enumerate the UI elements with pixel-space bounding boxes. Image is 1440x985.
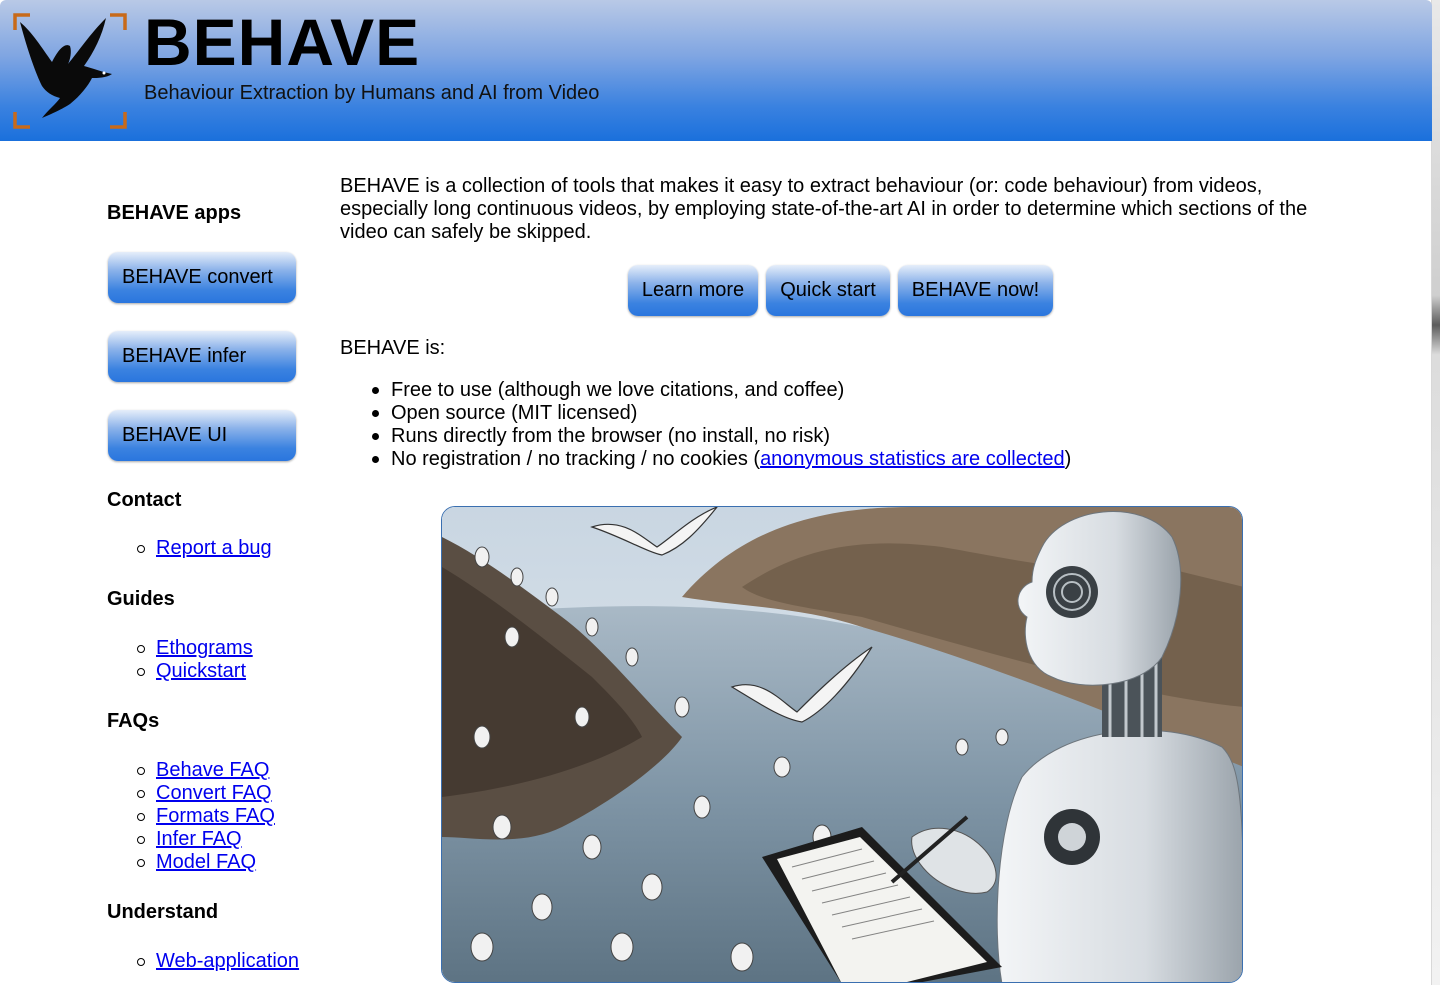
intro-paragraph: BEHAVE is a collection of tools that mak… [340,175,1308,243]
behave-convert-button[interactable]: BEHAVE convert [108,252,296,303]
model-faq-link[interactable]: Model FAQ [156,851,256,873]
feature-suffix: ) [1064,448,1072,470]
feature-item: Runs directly from the browser (no insta… [370,425,1270,448]
ethograms-link[interactable]: Ethograms [156,637,253,659]
hero-image [441,506,1243,983]
apps-heading: BEHAVE apps [107,202,242,224]
site-header: BEHAVE Behaviour Extraction by Humans an… [0,0,1432,141]
window-edge [1432,0,1440,985]
site-subtitle: Behaviour Extraction by Humans and AI fr… [144,82,600,104]
understand-links: Web-application [135,950,299,973]
feature-item: No registration / no tracking / no cooki… [370,448,1270,471]
bird-in-frame-icon [13,13,127,129]
contact-links: Report a bug [135,537,272,560]
faq-links: Behave FAQ Convert FAQ Formats FAQ Infer… [135,759,275,874]
behave-is-heading: BEHAVE is: [340,337,446,359]
quickstart-link[interactable]: Quickstart [156,660,246,682]
contact-heading: Contact [107,489,182,511]
learn-more-button[interactable]: Learn more [628,265,758,316]
feature-list: Free to use (although we love citations,… [370,379,1270,471]
behave-faq-link[interactable]: Behave FAQ [156,759,269,781]
list-item: Formats FAQ [135,805,275,828]
list-item: Behave FAQ [135,759,275,782]
anonymous-statistics-link[interactable]: anonymous statistics are collected [760,448,1065,470]
faqs-heading: FAQs [107,710,160,732]
understand-heading: Understand [107,901,219,923]
formats-faq-link[interactable]: Formats FAQ [156,805,275,827]
feature-text: No registration / no tracking / no cooki… [391,448,761,470]
web-application-link[interactable]: Web-application [156,950,299,972]
list-item: Quickstart [135,660,253,683]
report-bug-link[interactable]: Report a bug [156,537,272,559]
list-item: Ethograms [135,637,253,660]
site-title: BEHAVE [144,5,421,79]
feature-item: Free to use (although we love citations,… [370,379,1270,402]
list-item: Convert FAQ [135,782,275,805]
quick-start-button[interactable]: Quick start [766,265,890,316]
convert-faq-link[interactable]: Convert FAQ [156,782,272,804]
feature-item: Open source (MIT licensed) [370,402,1270,425]
list-item: Web-application [135,950,299,973]
infer-faq-link[interactable]: Infer FAQ [156,828,242,850]
behave-now-button[interactable]: BEHAVE now! [898,265,1053,316]
guides-links: Ethograms Quickstart [135,637,253,683]
behave-ui-button[interactable]: BEHAVE UI [108,410,296,461]
behave-infer-button[interactable]: BEHAVE infer [108,331,296,382]
guides-heading: Guides [107,588,175,610]
list-item: Model FAQ [135,851,275,874]
list-item: Report a bug [135,537,272,560]
list-item: Infer FAQ [135,828,275,851]
robot-observing-seabirds-illustration [442,507,1242,982]
page: BEHAVE Behaviour Extraction by Humans an… [0,0,1432,985]
